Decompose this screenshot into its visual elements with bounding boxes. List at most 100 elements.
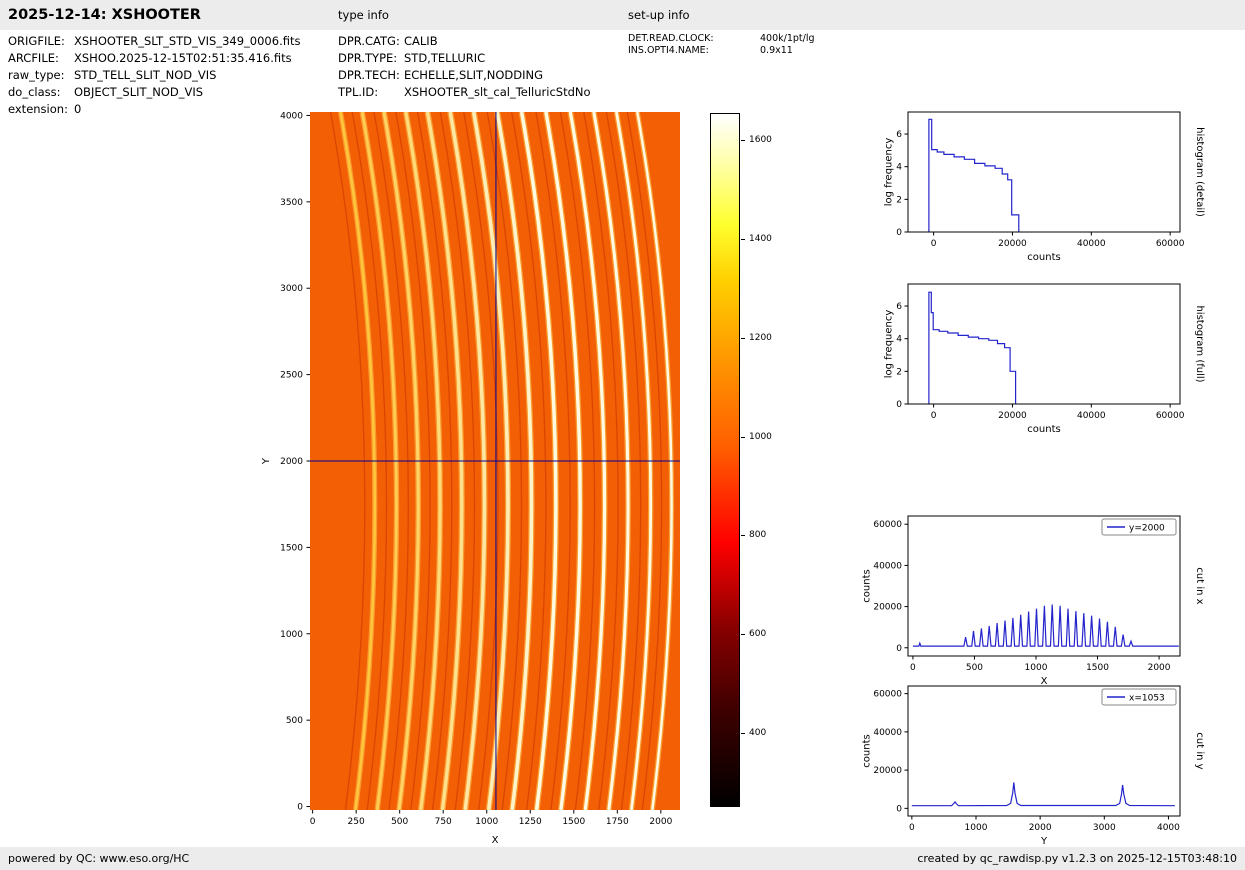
- type-info-heading: type info: [338, 0, 389, 30]
- svg-text:40000: 40000: [873, 561, 902, 571]
- info-label: INS.OPTI4.NAME:: [628, 45, 760, 57]
- info-value: 400k/1pt/lg: [760, 33, 815, 44]
- svg-text:20000: 20000: [998, 411, 1027, 421]
- info-row: DPR.TYPE:STD,TELLURIC: [338, 50, 591, 67]
- svg-text:60000: 60000: [1156, 239, 1185, 249]
- page-title: 2025-12-14: XSHOOTER: [8, 0, 201, 30]
- info-value: 0.9x11: [760, 45, 793, 56]
- svg-text:y=2000: y=2000: [1129, 524, 1165, 534]
- info-row: ORIGFILE:XSHOOTER_SLT_STD_VIS_349_0006.f…: [8, 33, 300, 50]
- svg-text:6: 6: [896, 130, 902, 140]
- svg-text:2: 2: [896, 195, 902, 205]
- svg-text:cut in y: cut in y: [1194, 732, 1205, 769]
- info-value: ECHELLE,SLIT,NODDING: [404, 68, 543, 82]
- svg-text:1500: 1500: [280, 543, 303, 553]
- colorbar-tick-label: 1400: [749, 233, 772, 245]
- colorbar-tick-label: 600: [749, 628, 766, 640]
- info-label: ORIGFILE:: [8, 33, 74, 50]
- svg-text:750: 750: [435, 817, 452, 827]
- svg-text:20000: 20000: [998, 239, 1027, 249]
- svg-text:1000: 1000: [280, 630, 303, 640]
- svg-text:40000: 40000: [1077, 411, 1106, 421]
- info-value: XSHOO.2025-12-15T02:51:35.416.fits: [74, 51, 292, 65]
- svg-text:4: 4: [896, 163, 902, 173]
- footer-credit-right: created by qc_rawdisp.py v1.2.3 on 2025-…: [917, 847, 1237, 870]
- info-value: CALIB: [404, 34, 438, 48]
- info-label: DPR.TYPE:: [338, 50, 404, 67]
- setup-info-section: DET.READ.CLOCK:400k/1pt/lgINS.OPTI4.NAME…: [628, 33, 815, 56]
- colorbar-tick: [741, 140, 745, 141]
- cut-y-plot: 010002000300040000200004000060000Ycounts…: [850, 680, 1205, 846]
- svg-text:1750: 1750: [606, 817, 629, 827]
- svg-text:1000: 1000: [1025, 663, 1048, 673]
- info-row: TPL.ID:XSHOOTER_slt_cal_TelluricStdNo: [338, 84, 591, 101]
- svg-text:500: 500: [391, 817, 408, 827]
- cut-in-y-chart: 010002000300040000200004000060000Ycounts…: [850, 680, 1205, 846]
- colorbar-tick: [741, 733, 745, 734]
- cut-x-plot: 05001000150020000200004000060000Xcountsc…: [850, 510, 1205, 686]
- svg-text:1500: 1500: [562, 817, 585, 827]
- info-row: INS.OPTI4.NAME:0.9x11: [628, 45, 815, 57]
- svg-text:0: 0: [896, 804, 902, 814]
- colorbar-tick: [741, 634, 745, 635]
- colorbar-tick-label: 800: [749, 529, 766, 541]
- svg-text:1000: 1000: [475, 817, 498, 827]
- colorbar-gradient: [710, 113, 740, 807]
- svg-text:60000: 60000: [1156, 411, 1185, 421]
- file-info-section: ORIGFILE:XSHOOTER_SLT_STD_VIS_349_0006.f…: [8, 33, 300, 118]
- svg-text:Y: Y: [1040, 836, 1048, 846]
- colorbar-tick-label: 1200: [749, 332, 772, 344]
- svg-text:60000: 60000: [873, 520, 902, 530]
- svg-text:500: 500: [286, 716, 303, 726]
- colorbar-tick-label: 400: [749, 727, 766, 739]
- info-label: ARCFILE:: [8, 50, 74, 67]
- svg-text:2000: 2000: [1029, 823, 1052, 833]
- setup-info-heading: set-up info: [628, 0, 690, 30]
- svg-text:2000: 2000: [280, 457, 303, 467]
- info-row: DET.READ.CLOCK:400k/1pt/lg: [628, 33, 815, 45]
- footer-bar: powered by QC: www.eso.org/HC created by…: [0, 847, 1245, 870]
- svg-text:60000: 60000: [873, 690, 902, 700]
- info-value: OBJECT_SLIT_NOD_VIS: [74, 85, 203, 99]
- svg-text:0: 0: [297, 803, 303, 813]
- svg-text:0: 0: [931, 239, 937, 249]
- svg-text:1000: 1000: [965, 823, 988, 833]
- info-label: DPR.CATG:: [338, 33, 404, 50]
- info-value: 0: [74, 102, 81, 116]
- type-info-section: DPR.CATG:CALIBDPR.TYPE:STD,TELLURICDPR.T…: [338, 33, 591, 101]
- info-value: STD,TELLURIC: [404, 51, 485, 65]
- svg-text:500: 500: [966, 663, 983, 673]
- info-label: raw_type:: [8, 67, 74, 84]
- svg-text:2: 2: [896, 367, 902, 377]
- colorbar-tick: [741, 437, 745, 438]
- footer-credit-left: powered by QC: www.eso.org/HC: [8, 847, 189, 870]
- svg-text:0: 0: [310, 817, 316, 827]
- info-row: do_class:OBJECT_SLIT_NOD_VIS: [8, 84, 300, 101]
- svg-text:1250: 1250: [519, 817, 542, 827]
- qc-report-page: 2025-12-14: XSHOOTER type info set-up in…: [0, 0, 1245, 870]
- svg-text:Y: Y: [261, 457, 272, 465]
- info-label: TPL.ID:: [338, 84, 404, 101]
- colorbar-tick: [741, 239, 745, 240]
- svg-text:0: 0: [910, 663, 916, 673]
- info-label: DET.READ.CLOCK:: [628, 33, 760, 45]
- info-label: extension:: [8, 101, 74, 118]
- echelle-raw-image: [310, 112, 680, 810]
- hist-full-plot: 02000040000600000246countslog frequencyh…: [850, 278, 1205, 446]
- colorbar-tick-label: 1600: [749, 134, 772, 146]
- svg-text:0: 0: [896, 400, 902, 410]
- svg-text:6: 6: [896, 302, 902, 312]
- colorbar: 400 600 800 1000 1200 1400 1600: [700, 106, 810, 816]
- svg-text:histogram (full): histogram (full): [1194, 305, 1205, 382]
- svg-text:0: 0: [931, 411, 937, 421]
- info-value: XSHOOTER_slt_cal_TelluricStdNo: [404, 85, 591, 99]
- info-label: do_class:: [8, 84, 74, 101]
- svg-text:1500: 1500: [1086, 663, 1109, 673]
- svg-text:3500: 3500: [280, 198, 303, 208]
- info-row: ARCFILE:XSHOO.2025-12-15T02:51:35.416.fi…: [8, 50, 300, 67]
- info-row: extension:0: [8, 101, 300, 118]
- svg-text:2500: 2500: [280, 371, 303, 381]
- colorbar-tick-label: 1000: [749, 431, 772, 443]
- svg-text:counts: counts: [1027, 252, 1060, 263]
- info-label: DPR.TECH:: [338, 67, 404, 84]
